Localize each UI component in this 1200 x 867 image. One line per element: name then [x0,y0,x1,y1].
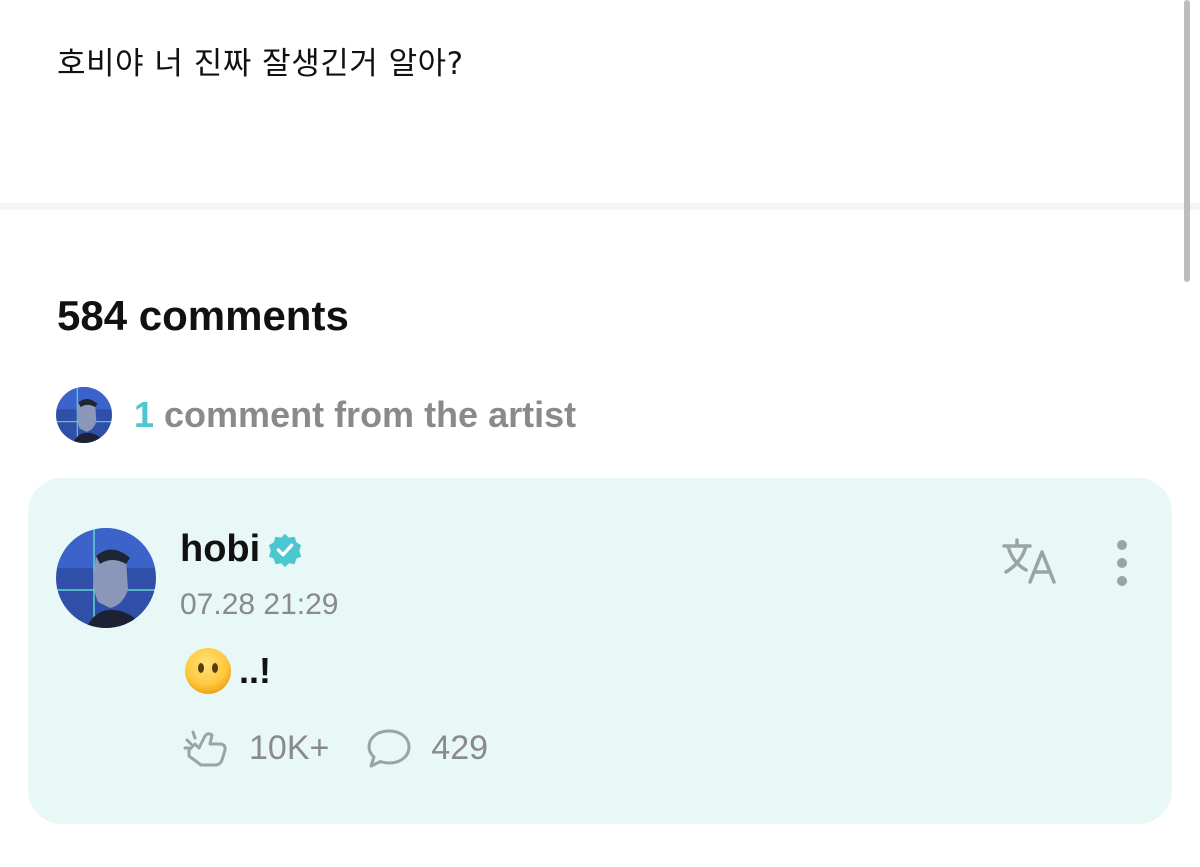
scrollbar[interactable] [1184,0,1190,282]
reply-count: 429 [431,728,489,767]
avatar[interactable] [56,528,156,628]
comment-body: ..! [183,646,271,696]
artist-avatar-image [56,528,156,628]
artist-avatar-image [56,387,112,443]
like-icon[interactable] [183,726,231,770]
artist-comments-text: comment from the artist [164,394,577,435]
like-count: 10K+ [249,728,330,767]
reply-icon[interactable] [365,726,413,770]
section-divider [0,203,1200,210]
post-detail-page: 호비야 너 진짜 잘생긴거 알아? 584 comments 1 comment … [0,0,1200,867]
more-vertical-icon[interactable] [1110,538,1134,588]
username[interactable]: hobi [180,528,260,571]
face-without-mouth-icon [185,648,231,694]
artist-comments-link[interactable]: 1 comment from the artist [56,387,576,443]
comment-text: ..! [239,650,271,691]
comment-timestamp: 07.28 21:29 [180,588,339,621]
artist-comments-count: 1 [134,394,155,435]
username-row: hobi [180,528,304,571]
comments-count: 584 comments [57,292,349,339]
avatar [56,387,112,443]
verified-badge-icon [269,533,302,567]
artist-comment-card: hobi 07.28 21:29 ..! 10K+ 429 [28,478,1172,824]
translate-icon[interactable] [1000,536,1060,586]
comment-actions: 10K+ 429 [183,726,488,770]
post-text: 호비야 너 진짜 잘생긴거 알아? [57,46,464,82]
artist-comments-label: 1 comment from the artist [134,394,576,436]
